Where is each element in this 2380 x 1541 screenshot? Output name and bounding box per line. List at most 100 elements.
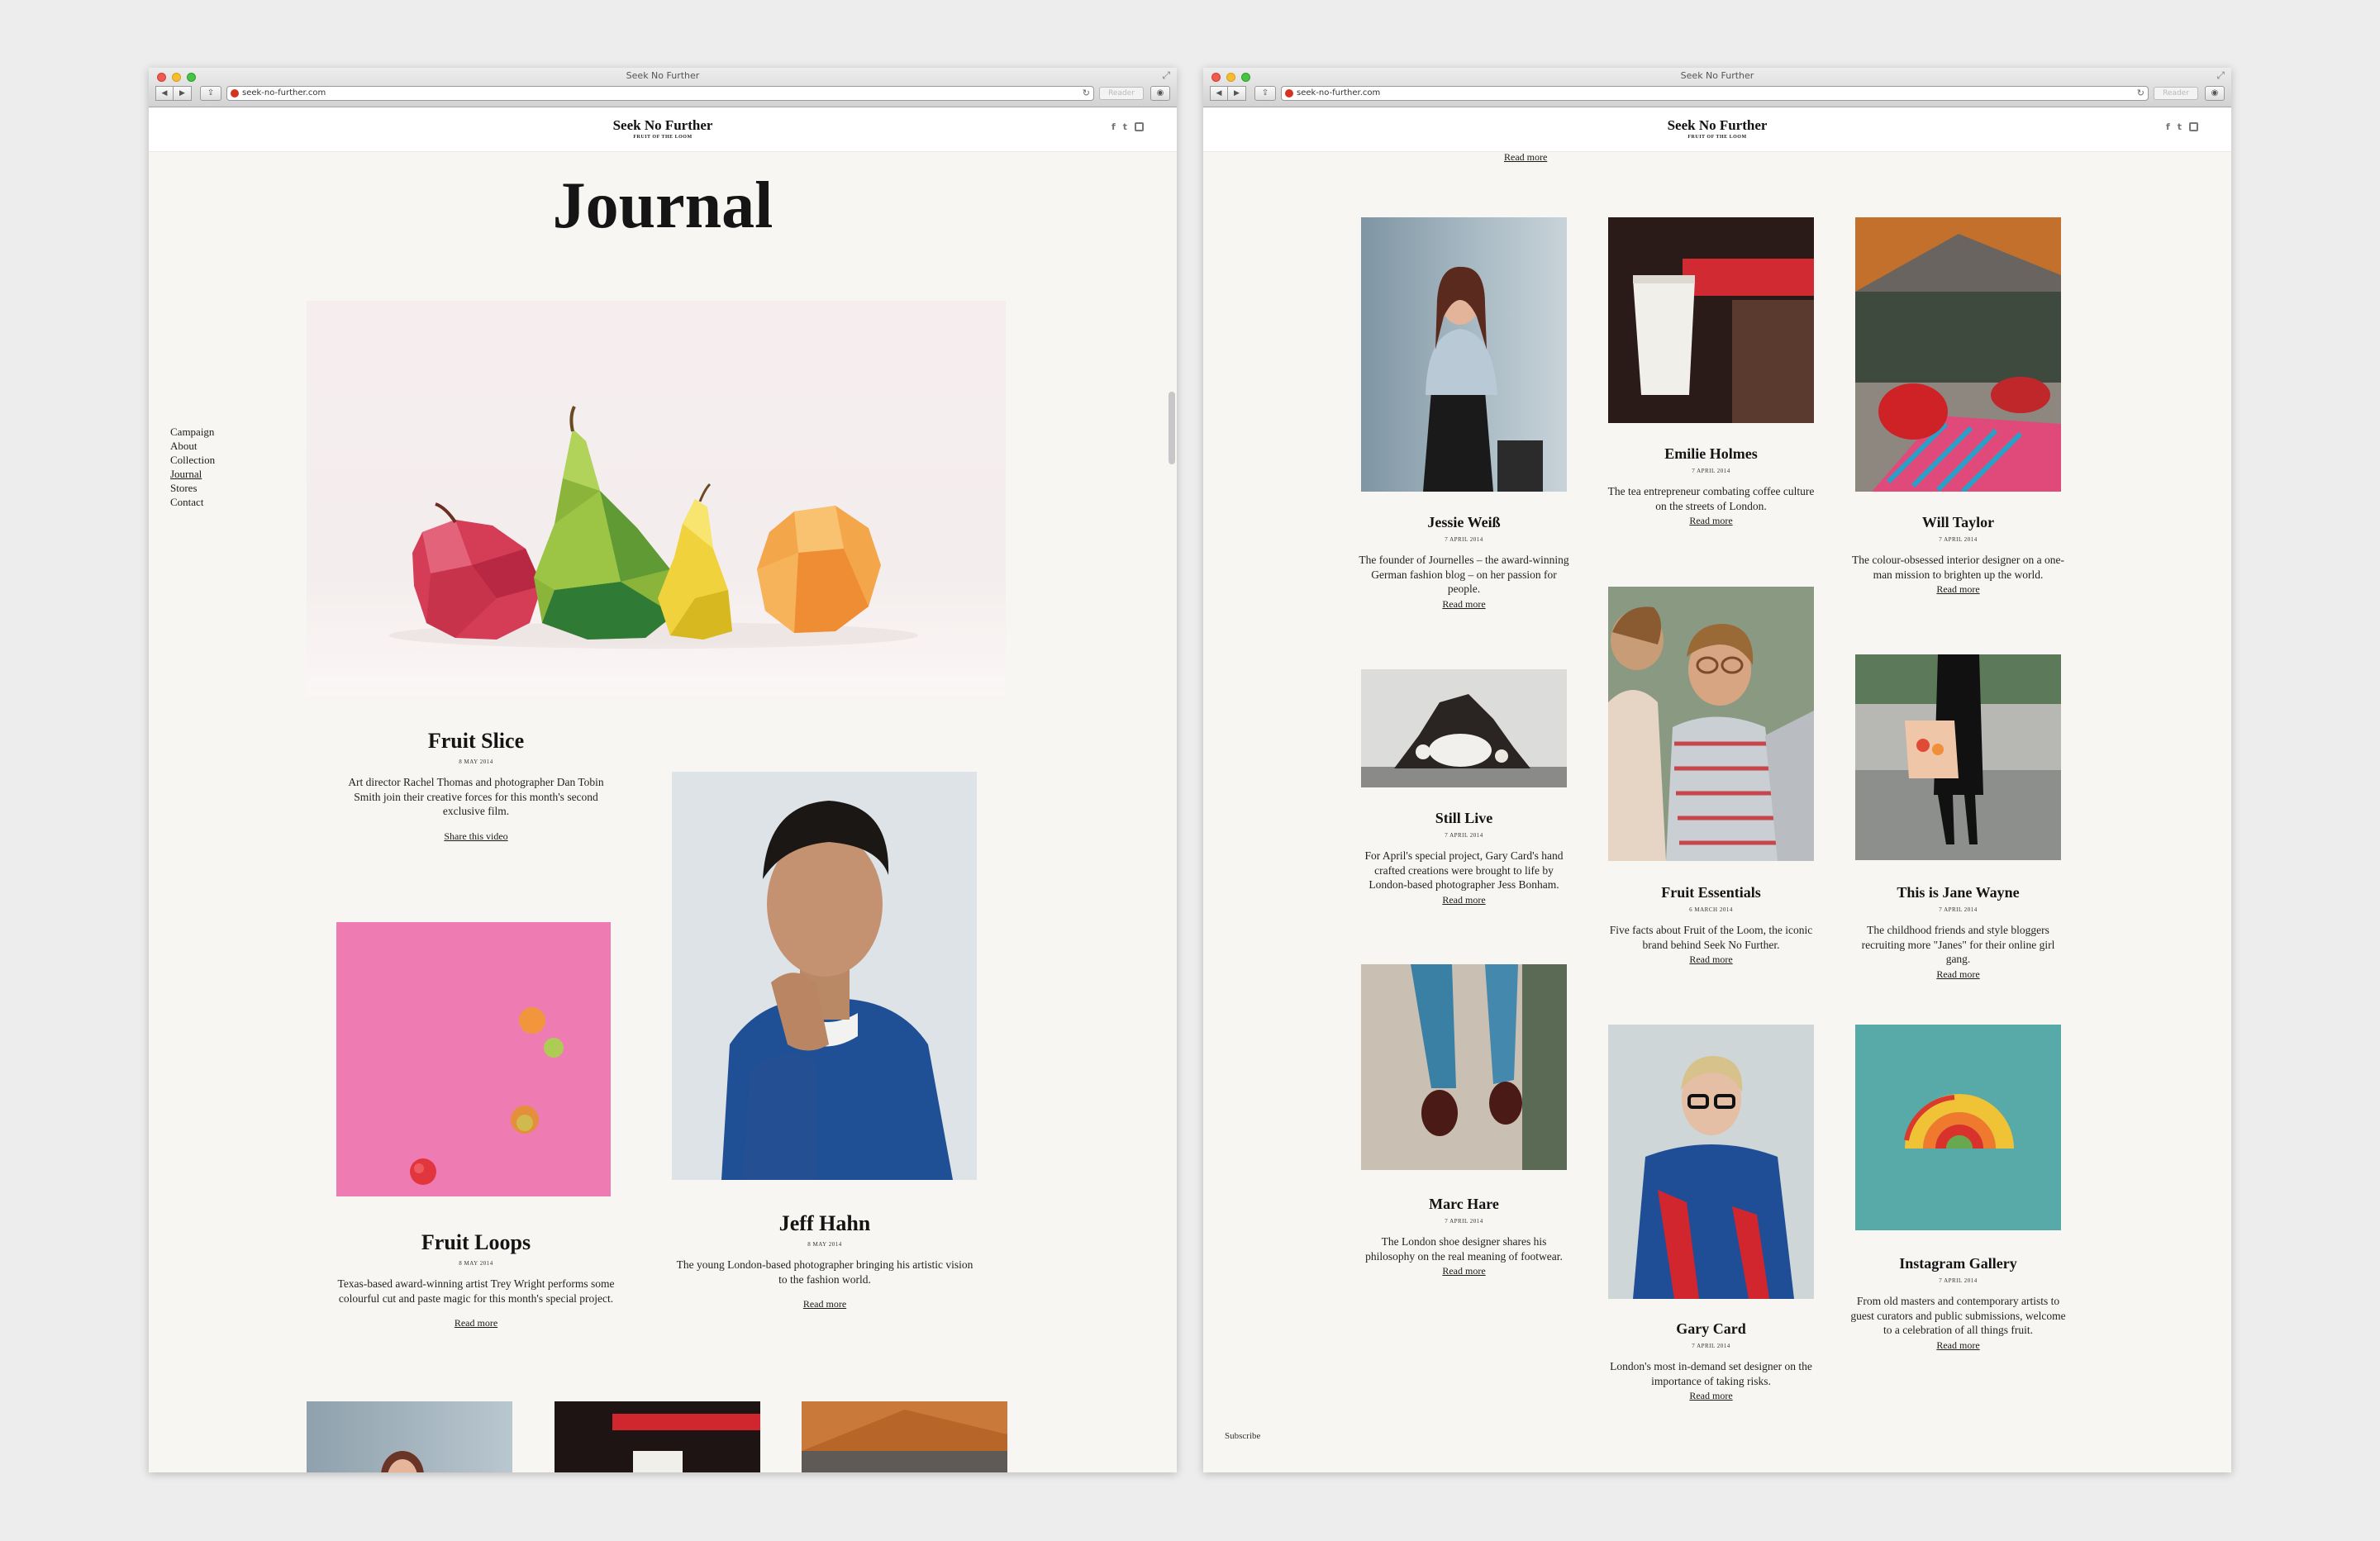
reload-icon[interactable]: ↻: [2137, 88, 2144, 98]
jane-wayne-read-more[interactable]: Read more: [1936, 968, 1979, 980]
facebook-icon[interactable]: f: [1111, 121, 1116, 132]
previous-read-more[interactable]: Read more: [1504, 151, 1547, 164]
site-favicon: [1285, 89, 1293, 98]
jessie-weiss-thumbnail[interactable]: [307, 1401, 512, 1472]
twitter-icon[interactable]: t: [1123, 121, 1127, 132]
jessie-weiss-title[interactable]: Jessie Weiß: [1356, 514, 1572, 531]
nav-journal[interactable]: Journal: [170, 467, 215, 481]
jeff-hahn-read-more[interactable]: Read more: [675, 1298, 974, 1310]
fruit-loops-title[interactable]: Fruit Loops: [336, 1230, 616, 1255]
reader-button[interactable]: Reader: [2154, 87, 2198, 100]
gary-card-read-more[interactable]: Read more: [1689, 1390, 1732, 1401]
jeff-hahn-date: 8 MAY 2014: [807, 1241, 842, 1248]
subscribe-link[interactable]: Subscribe: [1225, 1431, 1260, 1441]
nav-campaign[interactable]: Campaign: [170, 425, 215, 439]
downloads-button[interactable]: ◉: [2205, 86, 2225, 101]
instagram-gallery-card: Instagram Gallery 7 APRIL 2014 From old …: [1850, 1255, 2066, 1353]
emilie-holmes-title[interactable]: Emilie Holmes: [1603, 445, 1819, 463]
jeff-hahn-image[interactable]: [672, 772, 977, 1180]
downloads-button[interactable]: ◉: [1150, 86, 1170, 101]
fruit-loops-read-more[interactable]: Read more: [336, 1317, 616, 1329]
jeff-hahn-card: Jeff Hahn 8 MAY 2014 The young London-ba…: [675, 1211, 974, 1310]
will-taylor-date: 7 APRIL 2014: [1939, 536, 1978, 543]
jane-wayne-image[interactable]: [1855, 654, 2061, 860]
jane-wayne-title[interactable]: This is Jane Wayne: [1850, 884, 2066, 901]
fullscreen-icon[interactable]: ⤢: [2216, 69, 2225, 82]
gary-card-title[interactable]: Gary Card: [1603, 1320, 1819, 1338]
emilie-holmes-thumbnail[interactable]: [555, 1401, 760, 1472]
fruit-slice-share-link[interactable]: Share this video: [336, 830, 616, 843]
jessie-weiss-date: 7 APRIL 2014: [1445, 536, 1483, 543]
still-live-image[interactable]: [1361, 669, 1567, 787]
will-taylor-text: The colour-obsessed interior designer on…: [1852, 554, 2064, 581]
instagram-gallery-image[interactable]: [1855, 1025, 2061, 1230]
fruit-loops-card: Fruit Loops 8 MAY 2014 Texas-based award…: [336, 1230, 616, 1329]
jessie-weiss-read-more[interactable]: Read more: [1442, 598, 1485, 610]
still-live-title[interactable]: Still Live: [1356, 810, 1572, 827]
browser-window-journal-scrolled: Seek No Further ⤢ ◀ ▶ ⇪ seek-no-further.…: [1203, 68, 2231, 1472]
gary-card-card: Gary Card 7 APRIL 2014 London's most in-…: [1603, 1320, 1819, 1403]
nav-about[interactable]: About: [170, 439, 215, 453]
history-buttons: ◀ ▶: [1210, 86, 1246, 101]
share-button[interactable]: ⇪: [1254, 86, 1276, 101]
instagram-icon[interactable]: [1135, 122, 1144, 131]
social-links: f t: [1111, 121, 1144, 132]
will-taylor-card: Will Taylor 7 APRIL 2014 The colour-obse…: [1850, 514, 2066, 597]
fruit-loops-date: 8 MAY 2014: [459, 1260, 493, 1267]
emilie-holmes-text: The tea entrepreneur combating coffee cu…: [1607, 485, 1815, 512]
reload-icon[interactable]: ↻: [1083, 88, 1090, 98]
fruit-slice-hero-image[interactable]: [307, 301, 1006, 696]
site-logo[interactable]: Seek No Further: [149, 117, 1177, 134]
instagram-icon[interactable]: [2189, 122, 2198, 131]
still-live-text: For April's special project, Gary Card's…: [1364, 849, 1564, 891]
instagram-gallery-date: 7 APRIL 2014: [1939, 1277, 1978, 1284]
will-taylor-title[interactable]: Will Taylor: [1850, 514, 2066, 531]
address-bar[interactable]: seek-no-further.com ↻: [226, 86, 1094, 101]
history-buttons: ◀ ▶: [155, 86, 192, 101]
browser-toolbar: Seek No Further ⤢ ◀ ▶ ⇪ seek-no-further.…: [149, 68, 1177, 107]
nav-contact[interactable]: Contact: [170, 495, 215, 509]
gary-card-image[interactable]: [1608, 1025, 1814, 1299]
marc-hare-read-more[interactable]: Read more: [1442, 1265, 1485, 1277]
fruit-loops-image[interactable]: [336, 922, 611, 1196]
fruit-essentials-image[interactable]: [1608, 587, 1814, 861]
will-taylor-image[interactable]: [1855, 217, 2061, 492]
fruit-essentials-title[interactable]: Fruit Essentials: [1603, 884, 1819, 901]
jessie-weiss-image[interactable]: [1361, 217, 1567, 492]
url-text[interactable]: seek-no-further.com: [1297, 88, 1380, 98]
twitter-icon[interactable]: t: [2178, 121, 2182, 132]
marc-hare-image[interactable]: [1361, 964, 1567, 1170]
will-taylor-thumbnail[interactable]: [802, 1401, 1007, 1472]
facebook-icon[interactable]: f: [2166, 121, 2170, 132]
instagram-gallery-read-more[interactable]: Read more: [1936, 1339, 1979, 1351]
nav-stores[interactable]: Stores: [170, 481, 215, 495]
browser-window-journal: Seek No Further ⤢ ◀ ▶ ⇪ seek-no-further.…: [149, 68, 1177, 1472]
back-button[interactable]: ◀: [1210, 86, 1228, 101]
reader-button[interactable]: Reader: [1099, 87, 1144, 100]
jane-wayne-text: The childhood friends and style bloggers…: [1861, 924, 2055, 965]
share-button[interactable]: ⇪: [200, 86, 221, 101]
instagram-gallery-title[interactable]: Instagram Gallery: [1850, 1255, 2066, 1272]
forward-button[interactable]: ▶: [174, 86, 192, 101]
fruit-slice-text: Art director Rachel Thomas and photograp…: [348, 776, 604, 817]
fruit-slice-title[interactable]: Fruit Slice: [336, 729, 616, 754]
address-bar[interactable]: seek-no-further.com ↻: [1281, 86, 2149, 101]
will-taylor-read-more[interactable]: Read more: [1936, 583, 1979, 595]
scrollbar-thumb[interactable]: [1169, 392, 1175, 464]
still-live-date: 7 APRIL 2014: [1445, 832, 1483, 839]
site-logo[interactable]: Seek No Further: [1203, 117, 2231, 134]
nav-collection[interactable]: Collection: [170, 453, 215, 467]
fullscreen-icon[interactable]: ⤢: [1162, 69, 1170, 82]
emilie-holmes-image[interactable]: [1608, 217, 1814, 423]
url-text[interactable]: seek-no-further.com: [242, 88, 326, 98]
jeff-hahn-title[interactable]: Jeff Hahn: [675, 1211, 974, 1236]
marc-hare-title[interactable]: Marc Hare: [1356, 1196, 1572, 1213]
emilie-holmes-read-more[interactable]: Read more: [1689, 515, 1732, 526]
forward-button[interactable]: ▶: [1228, 86, 1246, 101]
still-live-read-more[interactable]: Read more: [1442, 894, 1485, 906]
jessie-weiss-text: The founder of Journelles – the award-wi…: [1359, 554, 1569, 595]
site-header: Seek No Further FRUIT OF THE LOOM f t: [1203, 107, 2231, 152]
back-button[interactable]: ◀: [155, 86, 174, 101]
fruit-essentials-read-more[interactable]: Read more: [1689, 954, 1732, 965]
site-favicon: [231, 89, 239, 98]
